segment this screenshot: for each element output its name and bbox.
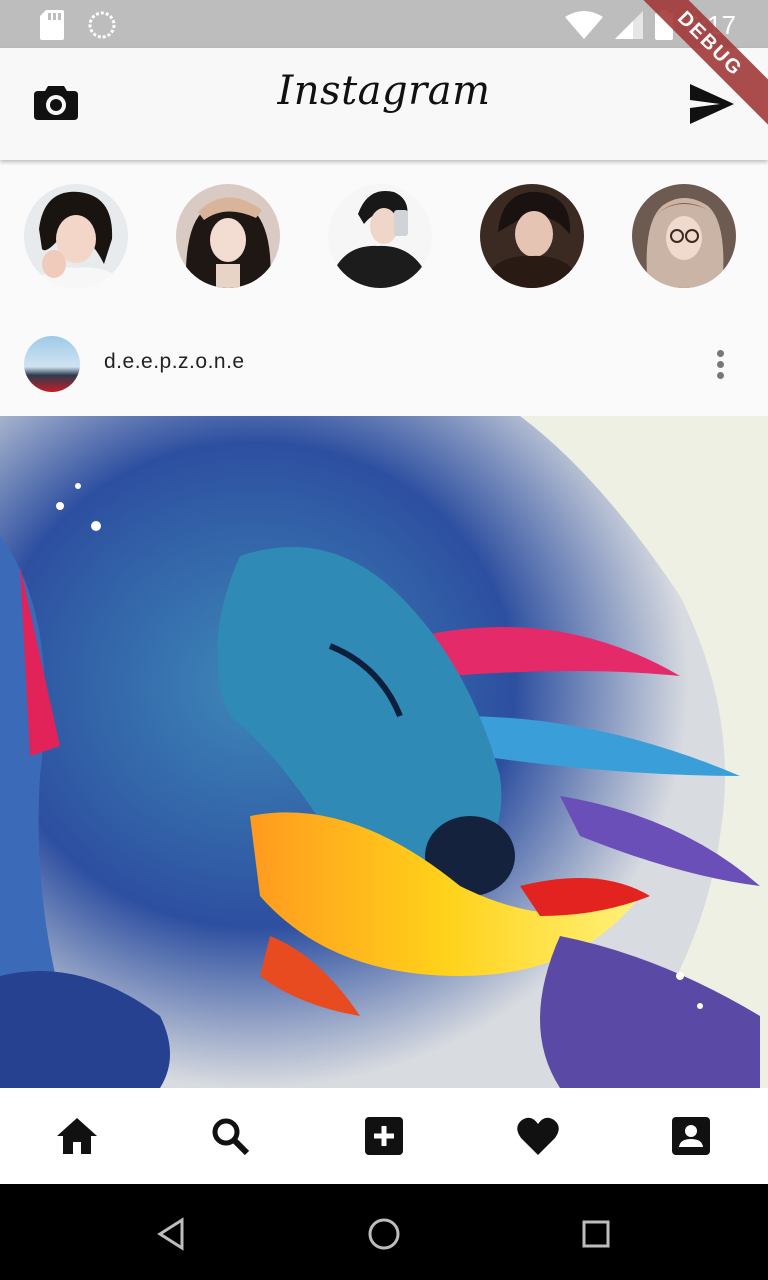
story-avatar-5[interactable] xyxy=(632,184,736,288)
post-header: d.e.e.p.z.o.n.e xyxy=(0,316,768,416)
sd-card-icon xyxy=(40,10,64,40)
more-vertical-icon[interactable] xyxy=(712,350,728,382)
post-author-avatar[interactable] xyxy=(24,336,80,392)
post-image[interactable] xyxy=(0,416,768,1088)
account-box-icon[interactable] xyxy=(667,1112,715,1160)
sync-icon xyxy=(88,11,116,39)
add-box-icon[interactable] xyxy=(360,1112,408,1160)
wifi-icon xyxy=(565,11,604,39)
search-icon[interactable] xyxy=(206,1112,254,1160)
app-bar: Instagram xyxy=(0,48,768,160)
story-avatar-3[interactable] xyxy=(328,184,432,288)
story-avatar-2[interactable] xyxy=(176,184,280,288)
app-title: Instagram xyxy=(277,68,491,114)
signal-icon xyxy=(615,11,644,39)
system-navigation xyxy=(0,1184,768,1280)
home-icon[interactable] xyxy=(53,1112,101,1160)
bottom-navigation xyxy=(0,1088,768,1184)
home-circle-icon[interactable] xyxy=(364,1214,404,1254)
stories-row xyxy=(0,160,768,316)
back-icon[interactable] xyxy=(152,1214,192,1254)
post-username[interactable]: d.e.e.p.z.o.n.e xyxy=(104,350,245,374)
story-avatar-1[interactable] xyxy=(24,184,128,288)
heart-icon[interactable] xyxy=(514,1112,562,1160)
recents-icon[interactable] xyxy=(576,1214,616,1254)
send-icon[interactable] xyxy=(690,84,734,124)
story-avatar-4[interactable] xyxy=(480,184,584,288)
